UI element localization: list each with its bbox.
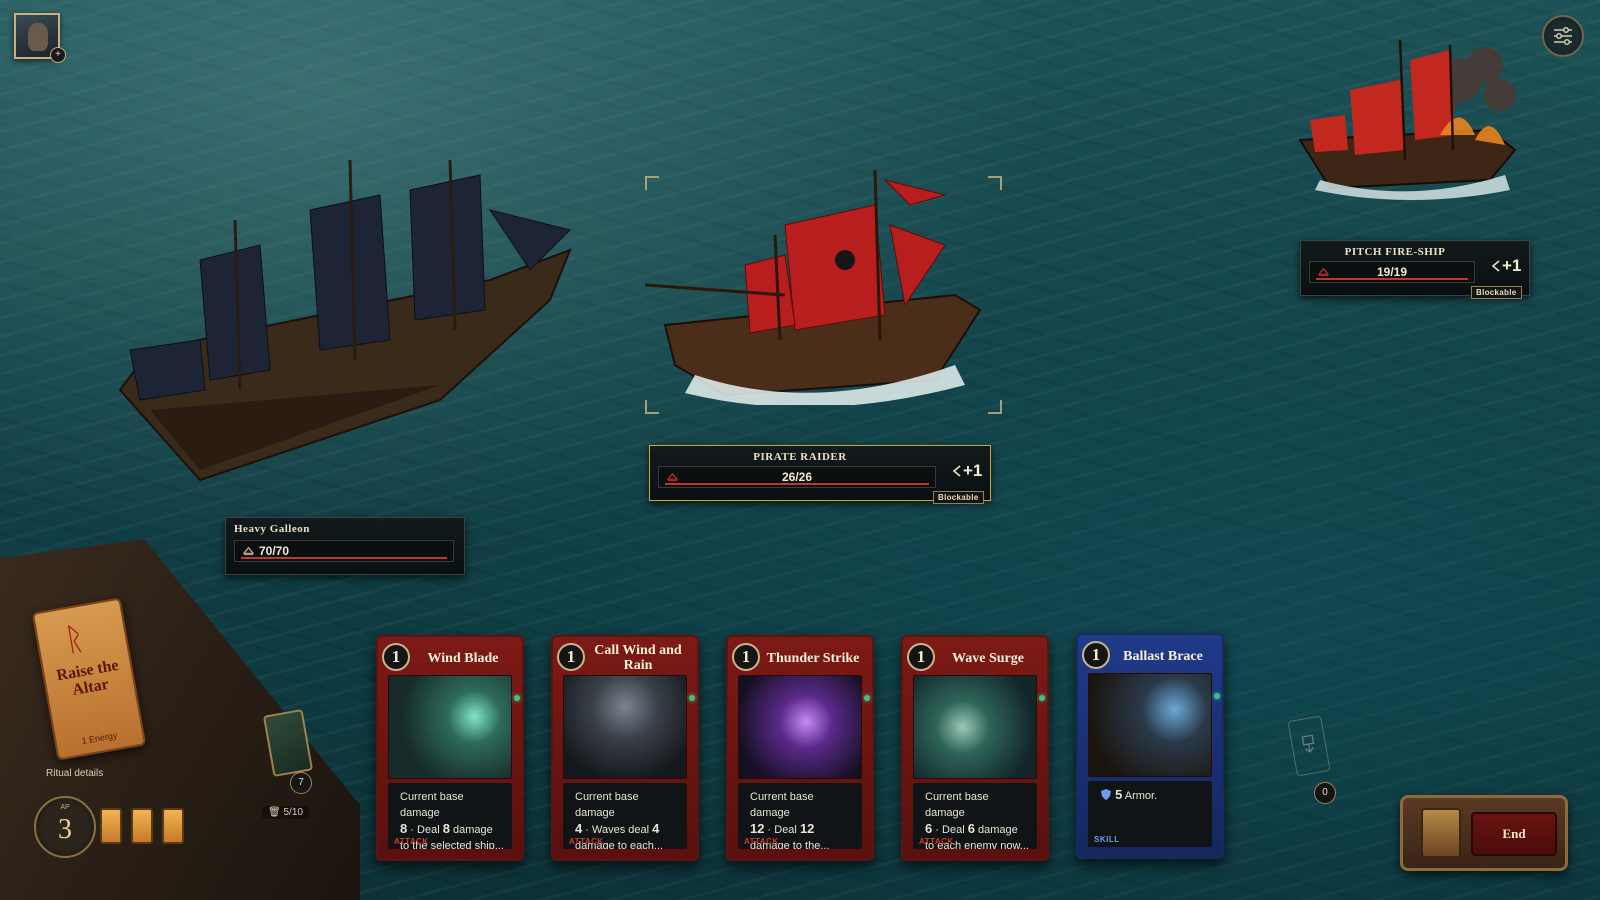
card-drop-icon [1301,734,1315,753]
helm-icon [243,546,254,556]
card-title: Call Wind and Rain [594,643,682,673]
player-hp-fill [241,557,447,559]
heavy-galleon-ship[interactable] [110,150,590,490]
pitch-fire-ship-intent: +1 [1502,256,1522,275]
card-type: ATTACK [919,837,954,846]
energy-slot [162,808,184,844]
card-desc-line2: 6 · Deal 6 damage [925,821,1018,836]
ritual-scroll-title: Raise the Altar [55,656,120,699]
card-desc-line2: 8 · Deal 8 damage [400,821,493,836]
pirate-raider-intent: +1 [963,461,983,480]
card-type: ATTACK [744,837,779,846]
player-ship-panel: Heavy Galleon 70/70 [225,517,465,575]
card-art-ballast-brace [1088,673,1212,777]
card-gem [689,695,695,701]
card-art-call-wind-and-rain [563,675,687,779]
card-cost: 1 [1082,641,1110,669]
card-type: SKILL [1094,835,1120,844]
card-desc-armor: 5 Armor. [1100,787,1204,804]
draw-deck-count: 7 [290,772,312,794]
card-cost: 1 [732,643,760,671]
player-hp-bar: 70/70 [234,540,454,562]
card-gem [1214,693,1220,699]
card-type: ATTACK [569,837,604,846]
card-desc-line2: 12 · Deal 12 [750,821,815,836]
energy-slot [100,808,122,844]
ritual-glyph: ᚱ [61,618,88,660]
pitch-fire-ship-name: PITCH FIRE-SHIP [1344,246,1446,258]
card-gem [1039,695,1045,701]
card-desc-line1: Current base damage [400,791,464,819]
shield-icon [1101,789,1111,800]
card-wind-blade[interactable]: 1 Wind Blade Current base damage 8 · Dea… [376,635,524,861]
card-art-wave-surge [913,675,1037,779]
discard-count[interactable]: 🗑 5/10 [262,806,309,819]
end-turn-lever [1421,808,1461,858]
trash-icon: 🗑 [268,807,281,818]
settings-icon [1554,26,1572,46]
pitch-fire-ship-hp-fill [1316,278,1468,280]
ritual-details-link[interactable]: Ritual details [46,768,103,779]
card-desc-line1: Current base damage [575,791,639,819]
card-cost: 1 [907,643,935,671]
pirate-raider-hp-fill [665,483,929,485]
pirate-raider-hp-value: 26/26 [781,470,813,484]
card-art-thunder-strike [738,675,862,779]
card-title: Thunder Strike [766,650,860,666]
card-call-wind-and-rain[interactable]: 1 Call Wind and Rain Current base damage… [551,635,699,861]
pitch-fire-ship-hp-value: 19/19 [1376,265,1408,279]
card-wave-surge[interactable]: 1 Wave Surge Current base damage 6 · Dea… [901,635,1049,861]
pirate-raider-name: PIRATE RAIDER [753,451,847,463]
pirate-raider-blockable-tag: Blockable [933,491,984,504]
pitch-fire-ship-panel[interactable]: PITCH FIRE-SHIP 19/19 +1 Blockable [1300,240,1530,299]
card-desc-line2: 4 · Waves deal 4 [575,821,660,836]
player-ship-name: Heavy Galleon [234,523,310,535]
card-cost: 1 [382,643,410,671]
energy-slot [131,808,153,844]
avatar-portrait [28,23,48,51]
end-turn-button[interactable]: End [1400,795,1568,871]
ap-value: 3 [58,814,72,845]
ap-label: AP [60,804,70,811]
pirate-raider-panel[interactable]: PIRATE RAIDER 26/26 +1 Blockable [649,445,991,504]
card-ballast-brace[interactable]: 1 Ballast Brace 5 Armor. SKILL [1076,633,1224,859]
intent-arrow-icon [952,465,961,477]
card-art-wind-blade [388,675,512,779]
card-desc-line1: Current base damage [925,791,989,819]
settings-button[interactable] [1542,15,1584,57]
card-gem [864,695,870,701]
pirate-raider-hp-bar: 26/26 [658,466,936,488]
card-type: ATTACK [394,837,429,846]
helm-icon [667,472,678,482]
card-title: Ballast Brace [1123,648,1203,664]
player-hp-value: 70/70 [259,544,290,558]
exhaust-pile-count: 0 [1314,782,1336,804]
ritual-scroll-cost: 1 Energy [80,730,119,747]
helm-icon [1318,267,1329,277]
pitch-fire-ship-hp-bar: 19/19 [1309,261,1475,283]
discard-count-value: 5/10 [283,807,303,818]
card-thunder-strike[interactable]: 1 Thunder Strike Current base damage 12 … [726,635,874,861]
pitch-fire-ship-blockable-tag: Blockable [1471,286,1522,299]
ap-counter: AP 3 [34,796,96,858]
card-title: Wave Surge [952,650,1024,666]
card-title: Wind Blade [427,650,499,666]
pitch-fire-ship[interactable] [1290,40,1540,200]
avatar-badge: + [50,47,66,63]
end-turn-label: End [1471,812,1557,856]
card-desc-line1: Current base damage [750,791,814,819]
card-gem [514,695,520,701]
pirate-raider-ship[interactable] [635,165,1005,405]
intent-arrow-icon [1491,260,1500,272]
player-avatar[interactable]: + [14,13,66,63]
card-cost: 1 [557,643,585,671]
